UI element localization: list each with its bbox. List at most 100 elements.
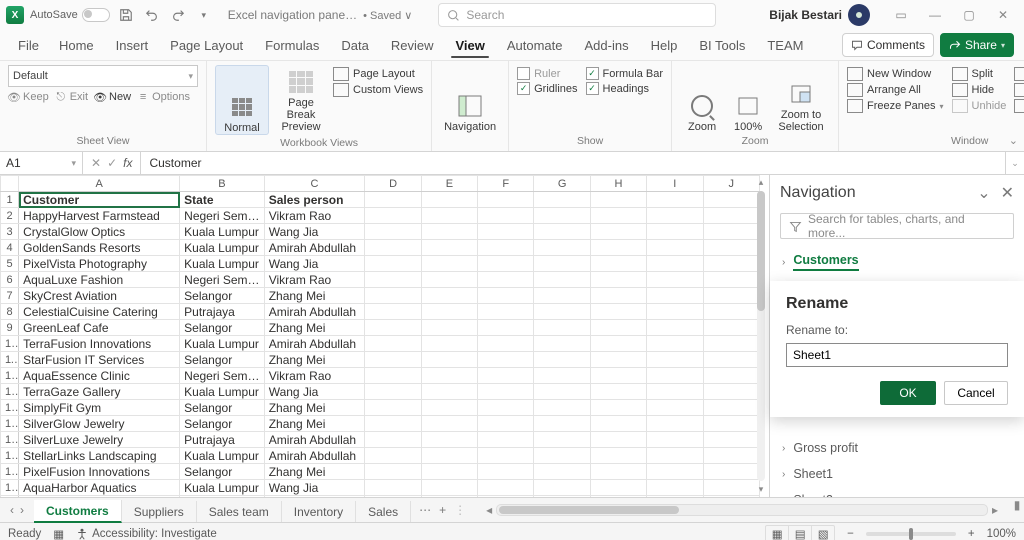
pane-splitter-icon[interactable]: ▮ <box>1010 498 1024 522</box>
cell[interactable] <box>534 480 590 496</box>
tab-addins[interactable]: Add-ins <box>575 33 639 57</box>
cell[interactable] <box>534 464 590 480</box>
cell[interactable]: HappyHarvest Farmstead <box>19 208 180 224</box>
navitem-sheet1[interactable]: ›Sheet1 <box>776 461 1018 487</box>
cell[interactable] <box>478 432 534 448</box>
cell[interactable] <box>365 352 421 368</box>
cell[interactable]: Selangor <box>180 496 265 498</box>
cell[interactable]: Selangor <box>180 320 265 336</box>
cell[interactable] <box>534 432 590 448</box>
cell[interactable]: Kuala Lumpur <box>180 224 265 240</box>
cell[interactable]: SilverLuxe Jewelry <box>19 432 180 448</box>
cell[interactable]: Zhang Mei <box>264 400 365 416</box>
cell[interactable] <box>421 272 477 288</box>
cell[interactable] <box>590 240 646 256</box>
autosave-toggle[interactable]: AutoSave <box>30 8 110 22</box>
cell[interactable] <box>478 496 534 498</box>
cell[interactable] <box>534 368 590 384</box>
cell[interactable]: State <box>180 192 265 208</box>
cell[interactable] <box>647 272 703 288</box>
cell[interactable] <box>647 384 703 400</box>
scrollbar-thumb[interactable] <box>757 191 765 311</box>
cell[interactable] <box>590 272 646 288</box>
cell[interactable] <box>590 192 646 208</box>
tab-help[interactable]: Help <box>641 33 688 57</box>
cell[interactable] <box>534 496 590 498</box>
exit-button[interactable]: ⎋Exit <box>55 91 88 103</box>
tab-insert[interactable]: Insert <box>106 33 159 57</box>
row-header[interactable]: 18 <box>1 464 19 480</box>
cell[interactable] <box>590 352 646 368</box>
window-misc-3[interactable] <box>1014 99 1024 113</box>
cell[interactable]: Amirah Abdullah <box>264 432 365 448</box>
cell[interactable]: Sales person <box>264 192 365 208</box>
zoom-out-icon[interactable]: − <box>847 528 854 540</box>
tab-page-layout[interactable]: Page Layout <box>160 33 253 57</box>
cell[interactable] <box>478 240 534 256</box>
row-header[interactable]: 8 <box>1 304 19 320</box>
cell[interactable] <box>590 432 646 448</box>
cell[interactable] <box>478 288 534 304</box>
cell[interactable]: PixelVista Photography <box>19 256 180 272</box>
cell[interactable]: Selangor <box>180 400 265 416</box>
new-window-button[interactable]: New Window <box>847 67 944 81</box>
cell[interactable]: Wang Jia <box>264 256 365 272</box>
cell[interactable]: SilverGlow Jewelry <box>19 416 180 432</box>
cell[interactable] <box>703 368 759 384</box>
tab-formulas[interactable]: Formulas <box>255 33 329 57</box>
cell[interactable] <box>647 416 703 432</box>
cell[interactable] <box>365 336 421 352</box>
cell[interactable]: AquaHarbor Aquatics <box>19 480 180 496</box>
cell[interactable] <box>534 272 590 288</box>
cell[interactable] <box>647 304 703 320</box>
column-header[interactable]: E <box>421 176 477 192</box>
cell[interactable]: Kuala Lumpur <box>180 240 265 256</box>
select-all-corner[interactable] <box>1 176 19 192</box>
minimize-icon[interactable]: — <box>920 5 950 25</box>
cell[interactable] <box>647 336 703 352</box>
cell[interactable]: Kuala Lumpur <box>180 256 265 272</box>
cell[interactable] <box>590 448 646 464</box>
worksheet-grid[interactable]: ABCDEFGHIJ1CustomerStateSales person2Hap… <box>0 175 769 497</box>
freeze-panes-button[interactable]: Freeze Panes ▾ <box>847 99 944 113</box>
cell[interactable] <box>703 256 759 272</box>
cell[interactable] <box>647 240 703 256</box>
cell[interactable]: Negeri Sembilan <box>180 272 265 288</box>
cell[interactable] <box>365 192 421 208</box>
cell[interactable]: AquaLuxe Fashion <box>19 272 180 288</box>
cell[interactable] <box>534 288 590 304</box>
undo-icon[interactable] <box>142 5 162 25</box>
cell[interactable]: Customer <box>19 192 180 208</box>
fx-icon[interactable]: fx <box>123 156 132 170</box>
cell[interactable]: SkyCrest Aviation <box>19 288 180 304</box>
cell[interactable] <box>590 400 646 416</box>
cell[interactable] <box>534 336 590 352</box>
cell[interactable] <box>703 448 759 464</box>
cell[interactable] <box>703 320 759 336</box>
cell[interactable]: Zhang Mei <box>264 464 365 480</box>
cell[interactable]: QuantumSphere Energy <box>19 496 180 498</box>
cell[interactable] <box>590 288 646 304</box>
cell[interactable] <box>365 496 421 498</box>
cell[interactable]: Putrajaya <box>180 432 265 448</box>
cell[interactable] <box>365 480 421 496</box>
cell[interactable] <box>647 480 703 496</box>
ruler-checkbox[interactable]: Ruler <box>517 67 577 80</box>
cell[interactable] <box>421 336 477 352</box>
cell[interactable]: Kuala Lumpur <box>180 480 265 496</box>
cell[interactable] <box>478 448 534 464</box>
accessibility-status[interactable]: Accessibility: Investigate <box>76 528 217 540</box>
cell[interactable] <box>478 480 534 496</box>
cell[interactable]: Zhang Mei <box>264 288 365 304</box>
row-header[interactable]: 6 <box>1 272 19 288</box>
cell[interactable] <box>647 192 703 208</box>
cell[interactable]: Amirah Abdullah <box>264 448 365 464</box>
cell[interactable]: Zhang Mei <box>264 352 365 368</box>
row-header[interactable]: 20 <box>1 496 19 498</box>
collapse-ribbon-icon[interactable]: ⌄ <box>1009 134 1018 147</box>
cell[interactable] <box>421 480 477 496</box>
page-layout-view-icon[interactable]: ▤ <box>789 526 812 540</box>
cell[interactable] <box>365 432 421 448</box>
tab-splitter-handle[interactable]: ⋮ <box>454 503 466 517</box>
cell[interactable] <box>365 240 421 256</box>
